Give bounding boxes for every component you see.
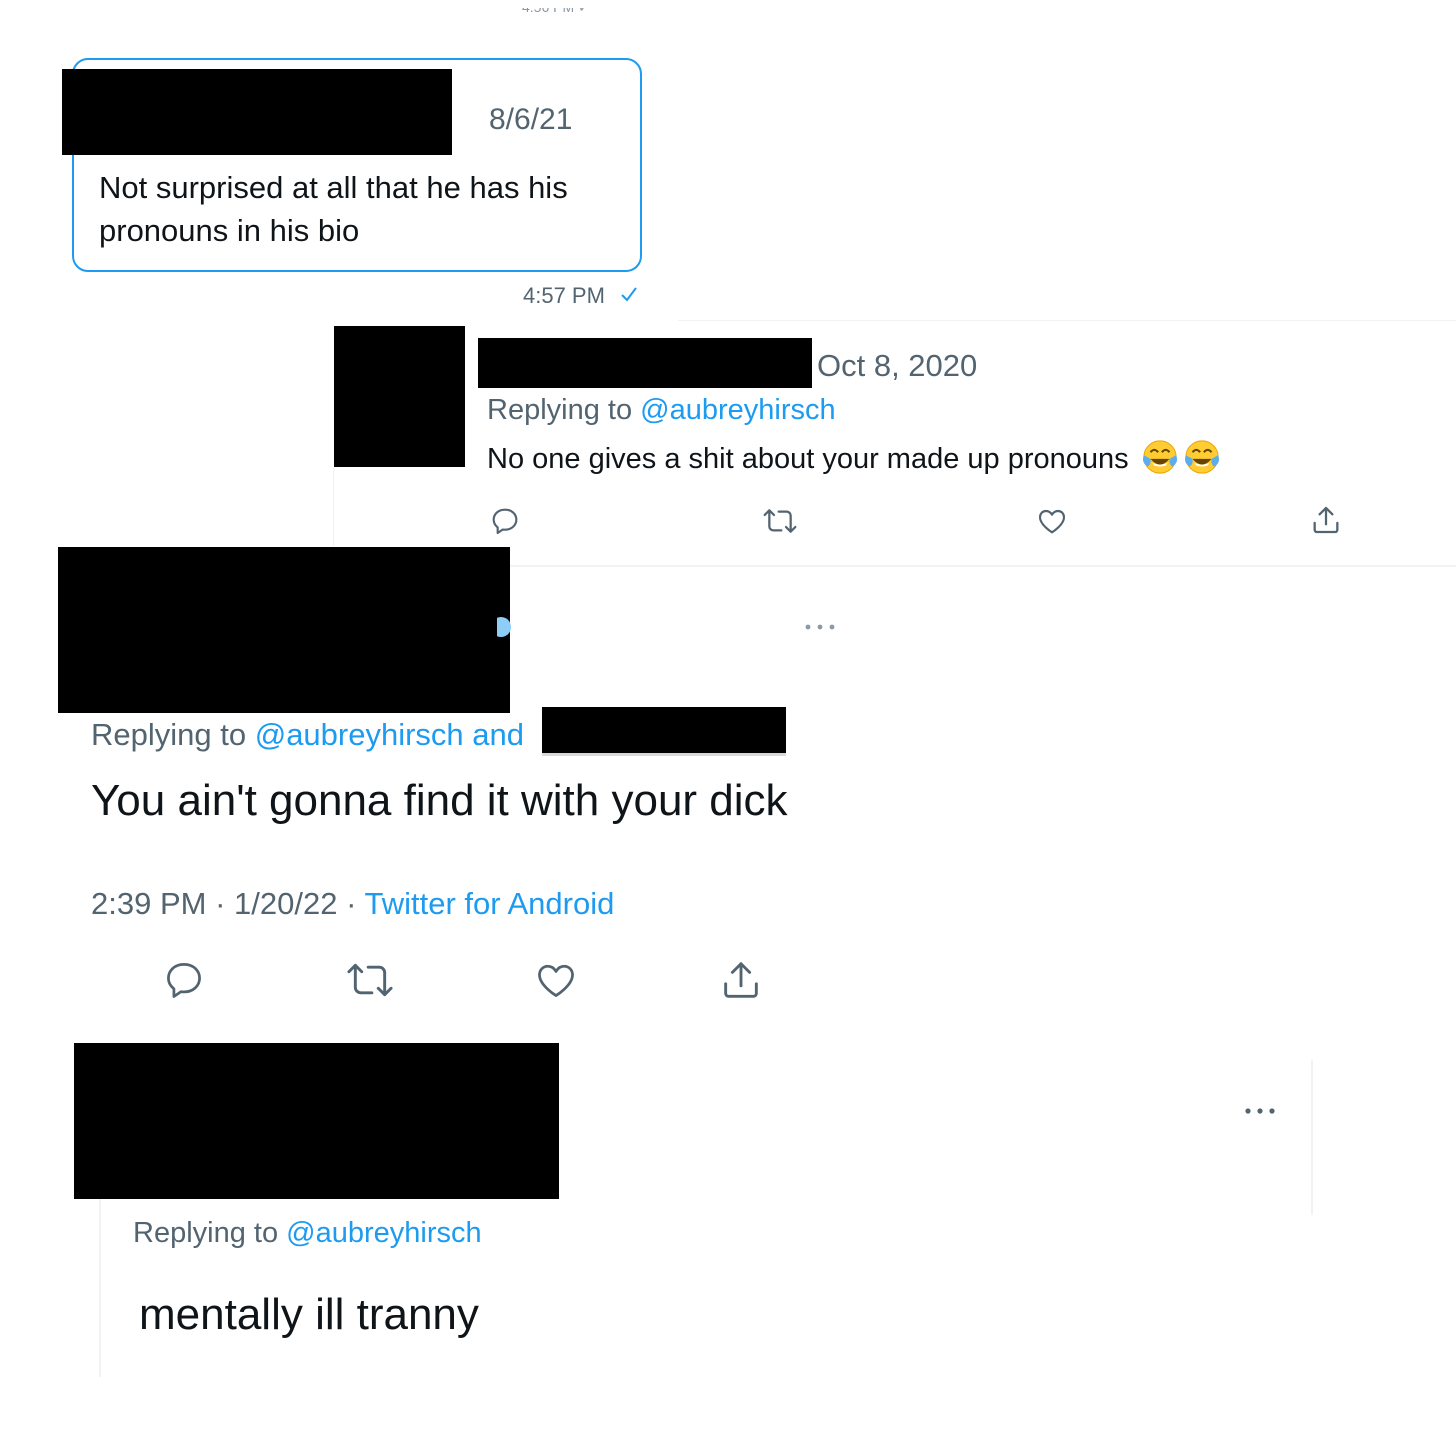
tweet-date[interactable]: 1/20/22 xyxy=(234,886,337,921)
dm-message-time: 4:57 PM xyxy=(523,283,605,308)
redacted-username xyxy=(478,338,812,388)
retweet-icon[interactable] xyxy=(762,505,798,537)
tweet-text-content: No one gives a shit about your made up p… xyxy=(487,443,1129,475)
redacted-block xyxy=(74,1043,559,1199)
replying-to-label: Replying to xyxy=(487,394,633,426)
replying-to-line: Replying to @aubreyhirsch xyxy=(133,1217,482,1250)
cut-off-timestamp: 4:56 PM ✓ xyxy=(522,0,590,14)
tweet-text: mentally ill tranny xyxy=(139,1290,479,1339)
tweet-text: No one gives a shit about your made up p… xyxy=(487,438,1221,476)
divider xyxy=(508,565,1456,567)
tears-of-joy-emoji-icon xyxy=(1184,440,1219,474)
dm-shared-tweet-date: 8/6/21 xyxy=(489,103,573,136)
share-icon[interactable] xyxy=(718,956,764,1004)
tweet-meta: 2:39 PM · 1/20/22 · Twitter for Android xyxy=(91,886,614,922)
dm-shared-tweet-text: Not surprised at all that he has his pro… xyxy=(99,170,568,248)
more-options-icon[interactable] xyxy=(803,618,837,636)
replying-to-label: Replying to xyxy=(133,1217,279,1249)
tweet-date[interactable]: Oct 8, 2020 xyxy=(817,348,977,384)
tweet-text: You ain't gonna find it with your dick xyxy=(91,776,788,825)
retweet-icon[interactable] xyxy=(345,958,395,1002)
redacted-block xyxy=(62,69,452,155)
divider xyxy=(333,468,334,546)
replying-to-line: Replying to @aubreyhirsch and xyxy=(91,717,524,753)
tweet-source-link[interactable]: Twitter for Android xyxy=(364,886,614,921)
tweet-time[interactable]: 2:39 PM xyxy=(91,886,206,921)
share-icon[interactable] xyxy=(1309,503,1343,537)
reply-icon[interactable] xyxy=(489,505,521,537)
replying-to-line: Replying to @aubreyhirsch xyxy=(487,394,836,427)
more-options-icon[interactable] xyxy=(1243,1102,1277,1120)
tears-of-joy-emoji-icon xyxy=(1142,440,1177,474)
divider xyxy=(678,320,1456,321)
replying-to-label: Replying to xyxy=(91,717,247,752)
separator: · xyxy=(215,886,226,921)
redacted-mention xyxy=(542,707,786,753)
divider xyxy=(99,1199,101,1377)
separator: · xyxy=(346,886,357,921)
mention-link[interactable]: @aubreyhirsch and xyxy=(255,717,524,752)
mention-link[interactable]: @aubreyhirsch xyxy=(286,1217,481,1249)
like-icon[interactable] xyxy=(1035,505,1069,537)
reply-icon[interactable] xyxy=(162,958,206,1002)
mention-link[interactable]: @aubreyhirsch xyxy=(640,394,835,426)
verified-badge-icon xyxy=(497,614,517,640)
redacted-block xyxy=(58,547,510,713)
avatar[interactable] xyxy=(334,326,465,467)
sent-check-icon xyxy=(620,286,638,302)
like-icon[interactable] xyxy=(533,958,579,1002)
divider xyxy=(1311,1060,1313,1215)
